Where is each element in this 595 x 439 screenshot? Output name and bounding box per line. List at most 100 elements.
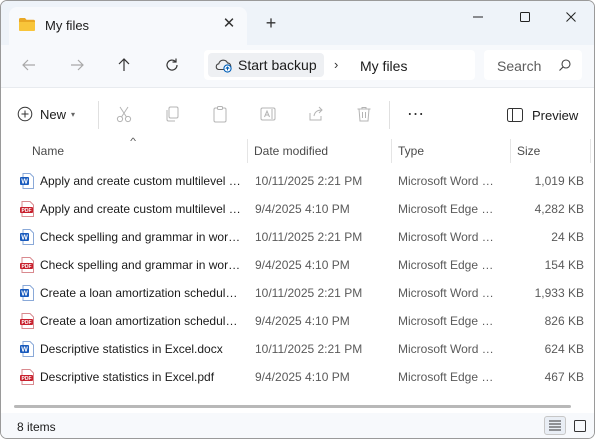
file-name: Descriptive statistics in Excel.pdf: [40, 370, 215, 384]
up-button[interactable]: [113, 54, 135, 76]
copy-button[interactable]: [162, 104, 182, 124]
sort-ascending-icon: ^: [130, 136, 137, 146]
delete-icon: [357, 107, 371, 122]
word-document-icon: W: [20, 229, 34, 245]
folder-icon: [19, 18, 35, 31]
rename-button[interactable]: [258, 104, 278, 124]
file-row[interactable]: W Apply and create custom multilevel lis…: [1, 167, 594, 195]
file-date: 10/11/2025 2:21 PM: [255, 286, 363, 300]
file-name: Descriptive statistics in Excel.docx: [40, 342, 223, 356]
maximize-icon: [520, 12, 530, 22]
svg-text:PDF: PDF: [22, 264, 32, 270]
minimize-icon: [473, 16, 483, 18]
file-name: Create a loan amortization schedule in E…: [40, 314, 242, 328]
column-divider[interactable]: [510, 139, 511, 163]
file-name: Create a loan amortization schedule in E…: [40, 286, 242, 300]
file-date: 9/4/2025 4:10 PM: [255, 370, 350, 384]
file-row[interactable]: W Create a loan amortization schedule in…: [1, 279, 594, 307]
details-view-button[interactable]: [544, 416, 566, 435]
preview-pane-button[interactable]: Preview: [507, 105, 578, 125]
column-header-name[interactable]: Name: [32, 139, 64, 163]
file-row[interactable]: PDF Descriptive statistics in Excel.pdf …: [1, 363, 594, 391]
file-name: Check spelling and grammar in word.pdf: [40, 258, 242, 272]
arrow-up-icon: [118, 58, 130, 71]
refresh-button[interactable]: [161, 54, 183, 76]
back-button[interactable]: [18, 54, 40, 76]
paste-icon: [213, 106, 227, 123]
file-explorer-window: My files ✕ + Start backup › My files Sea…: [0, 0, 595, 439]
file-row[interactable]: PDF Check spelling and grammar in word.p…: [1, 251, 594, 279]
forward-button[interactable]: [66, 54, 88, 76]
file-row[interactable]: W Descriptive statistics in Excel.docx 1…: [1, 335, 594, 363]
command-divider: [389, 101, 390, 129]
search-box[interactable]: Search: [484, 50, 582, 80]
details-view-icon: [549, 420, 561, 431]
tab-my-files[interactable]: My files ✕: [9, 7, 247, 45]
close-tab-icon[interactable]: ✕: [221, 16, 237, 32]
file-type: Microsoft Edge PDF Document: [398, 258, 501, 272]
file-rows: W Apply and create custom multilevel lis…: [1, 167, 594, 391]
file-date: 9/4/2025 4:10 PM: [255, 258, 350, 272]
cut-button[interactable]: [114, 104, 134, 124]
file-row[interactable]: PDF Apply and create custom multilevel l…: [1, 195, 594, 223]
svg-text:PDF: PDF: [22, 320, 32, 326]
file-type: Microsoft Word Document: [398, 286, 501, 300]
status-bar: 8 items: [1, 413, 594, 438]
preview-label: Preview: [532, 107, 579, 123]
file-name: Check spelling and grammar in word.docx: [40, 230, 242, 244]
file-type: Microsoft Word Document: [398, 174, 501, 188]
share-icon: [309, 106, 323, 121]
rename-icon: [260, 107, 276, 121]
start-backup-button[interactable]: Start backup: [208, 53, 324, 77]
file-row[interactable]: PDF Create a loan amortization schedule …: [1, 307, 594, 335]
more-options-button[interactable]: …: [405, 100, 425, 124]
maximize-button[interactable]: [510, 7, 540, 27]
column-divider[interactable]: [391, 139, 392, 163]
column-divider[interactable]: [590, 139, 591, 163]
tiles-view-button[interactable]: [570, 416, 590, 435]
command-divider: [98, 101, 99, 129]
column-divider[interactable]: [247, 139, 248, 163]
close-window-button[interactable]: [556, 7, 586, 27]
file-type: Microsoft Word Document: [398, 230, 501, 244]
file-date: 9/4/2025 4:10 PM: [255, 314, 350, 328]
svg-text:W: W: [21, 179, 28, 186]
file-row[interactable]: W Check spelling and grammar in word.doc…: [1, 223, 594, 251]
delete-button[interactable]: [354, 104, 374, 124]
column-header-type[interactable]: Type: [398, 139, 424, 163]
file-date: 10/11/2025 2:21 PM: [255, 230, 363, 244]
pdf-document-icon: PDF: [20, 313, 34, 329]
column-header-date[interactable]: Date modified: [254, 139, 328, 163]
file-size: 1,019 KB: [534, 174, 584, 188]
new-button-label: New: [40, 106, 67, 122]
command-bar: New ▾ … Preview: [1, 87, 594, 139]
svg-text:PDF: PDF: [22, 208, 32, 214]
new-button[interactable]: New ▾: [17, 104, 75, 124]
file-date: 10/11/2025 2:21 PM: [255, 174, 363, 188]
horizontal-scrollbar[interactable]: [14, 405, 571, 408]
address-bar[interactable]: Start backup › My files: [204, 50, 475, 80]
file-size: 624 KB: [544, 342, 584, 356]
file-date: 10/11/2025 2:21 PM: [255, 342, 363, 356]
new-tab-button[interactable]: +: [263, 14, 279, 32]
column-header-size[interactable]: Size: [517, 139, 540, 163]
word-document-icon: W: [20, 285, 34, 301]
pdf-document-icon: PDF: [20, 201, 34, 217]
breadcrumb-separator[interactable]: ›: [334, 57, 338, 72]
navigation-bar: Start backup › My files Search: [1, 45, 594, 87]
file-size: 154 KB: [544, 258, 584, 272]
tiles-view-icon: [574, 419, 586, 432]
share-button[interactable]: [306, 104, 326, 124]
word-document-icon: W: [20, 341, 34, 357]
start-backup-label: Start backup: [238, 57, 317, 73]
svg-text:W: W: [21, 347, 28, 354]
file-name: Apply and create custom multilevel list …: [40, 202, 242, 216]
minimize-button[interactable]: [463, 7, 493, 27]
file-type: Microsoft Edge PDF Document: [398, 370, 501, 384]
search-placeholder: Search: [497, 58, 542, 74]
file-type: Microsoft Edge PDF Document: [398, 314, 501, 328]
paste-button[interactable]: [210, 104, 230, 124]
breadcrumb-current[interactable]: My files: [360, 58, 407, 74]
search-icon: [559, 59, 571, 71]
chevron-down-icon: ▾: [71, 109, 76, 119]
